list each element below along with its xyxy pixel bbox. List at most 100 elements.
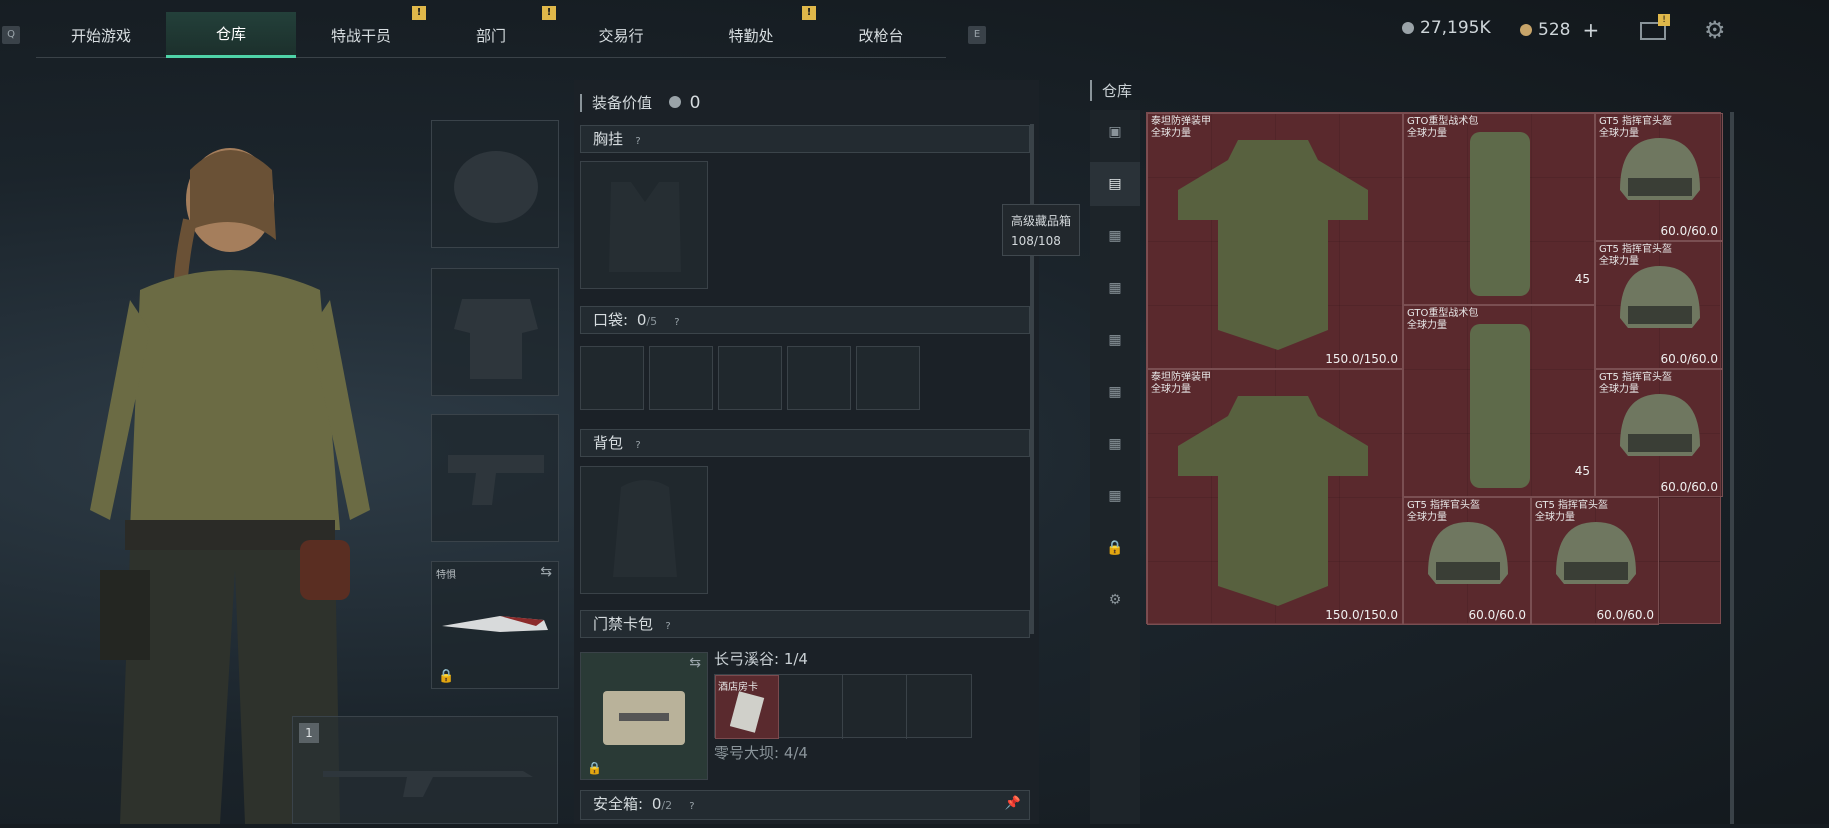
equipment-value-label: 装备价值 bbox=[580, 94, 653, 112]
tab-warehouse[interactable]: 仓库 bbox=[166, 12, 296, 58]
keycard-slot[interactable] bbox=[907, 675, 971, 739]
item-durability: 150.0/150.0 bbox=[1325, 352, 1398, 366]
lock-icon: 🔒 bbox=[587, 761, 602, 775]
keycard-case-slot[interactable]: ⇆ 🔒 bbox=[580, 652, 708, 780]
pin-icon[interactable]: 📌 bbox=[1005, 791, 1021, 817]
hotel-keycard-item[interactable]: 酒店房卡 bbox=[715, 675, 779, 739]
tab-label: 特战干员 bbox=[330, 26, 391, 45]
notification-badge: ! bbox=[802, 6, 816, 20]
silver-coin-icon bbox=[668, 96, 681, 108]
weapon-slot-index: 1 bbox=[299, 723, 319, 743]
storage-box-icon[interactable]: ▦ bbox=[1090, 214, 1140, 258]
storage-box-icon[interactable]: ▦ bbox=[1090, 318, 1140, 362]
item-durability: 60.0/60.0 bbox=[1468, 608, 1526, 622]
item-durability: 60.0/60.0 bbox=[1596, 608, 1654, 622]
pocket-slot[interactable] bbox=[649, 346, 713, 410]
help-icon[interactable]: ? bbox=[670, 316, 684, 330]
mail-badge: ! bbox=[1658, 14, 1670, 26]
armor-item[interactable]: 泰坦防弹装甲 全球力量 150.0/150.0 bbox=[1147, 113, 1403, 369]
gear-icon[interactable]: ⚙ bbox=[1090, 578, 1140, 622]
tab-gunsmith[interactable]: 改枪台 bbox=[816, 12, 946, 58]
tooltip-title: 高级藏品箱 bbox=[1011, 214, 1072, 228]
melee-slot[interactable]: 特惧 ⇆ 🔒 bbox=[431, 561, 559, 689]
armor-slot[interactable] bbox=[431, 268, 559, 396]
storage-box-icon[interactable]: ▦ bbox=[1090, 422, 1140, 466]
nav-next-key[interactable]: E bbox=[968, 26, 986, 44]
helmet-item[interactable]: GT5 指挥官头盔 全球力量 60.0/60.0 bbox=[1595, 369, 1723, 497]
gold-coin-icon bbox=[1520, 24, 1532, 36]
tab-start-game[interactable]: 开始游戏 bbox=[36, 12, 166, 58]
item-count: 45 bbox=[1574, 464, 1590, 478]
swap-icon[interactable]: ⇆ bbox=[689, 655, 701, 671]
keycard-slot[interactable] bbox=[843, 675, 907, 739]
tab-operators[interactable]: 特战干员! bbox=[296, 6, 426, 58]
chest-rig-header: 胸挂? bbox=[580, 125, 1030, 153]
help-icon[interactable]: ? bbox=[631, 135, 645, 149]
storage-grid: 泰坦防弹装甲 全球力量 150.0/150.0 GTO重型战术包 全球力量 45 G… bbox=[1146, 112, 1723, 625]
helmet-item[interactable]: GT5 指挥官头盔 全球力量 60.0/60.0 bbox=[1595, 113, 1723, 241]
equipment-value: 0 bbox=[689, 93, 701, 113]
gold-currency: 528 + bbox=[1520, 18, 1599, 42]
pocket-slot[interactable] bbox=[718, 346, 782, 410]
storage-box-icon[interactable]: ▦ bbox=[1090, 370, 1140, 414]
silver-coin-icon bbox=[1402, 22, 1414, 34]
scrollbar[interactable] bbox=[1030, 124, 1034, 634]
melee-label: 特惧 bbox=[436, 570, 456, 581]
primary-weapon-slot[interactable]: 1 bbox=[292, 716, 558, 824]
collection-box-icon[interactable]: ▤ bbox=[1090, 162, 1140, 206]
pocket-slot[interactable] bbox=[787, 346, 851, 410]
pocket-slot[interactable] bbox=[856, 346, 920, 410]
safe-box-header: 安全箱: 0/2 ? 📌 bbox=[580, 790, 1030, 820]
keycard-slot[interactable] bbox=[779, 675, 843, 739]
add-currency-button[interactable]: + bbox=[1582, 18, 1599, 42]
pocket-slot[interactable] bbox=[580, 346, 644, 410]
lock-icon: 🔒 bbox=[438, 669, 455, 684]
tab-special-ops[interactable]: 特勤处! bbox=[686, 6, 816, 58]
backpack-item[interactable]: GTO重型战术包 全球力量 45 bbox=[1403, 305, 1595, 497]
lock-icon[interactable]: 🔒 bbox=[1090, 526, 1140, 570]
pistol-slot[interactable] bbox=[431, 414, 559, 542]
tooltip-value: 108/108 bbox=[1011, 234, 1061, 248]
helmet-item[interactable]: GT5 指挥官头盔 全球力量 60.0/60.0 bbox=[1531, 497, 1659, 625]
gold-amount: 528 bbox=[1538, 20, 1571, 40]
equipment-value-row: 装备价值 0 bbox=[580, 92, 700, 113]
armor-item[interactable]: 泰坦防弹装甲 全球力量 150.0/150.0 bbox=[1147, 369, 1403, 625]
backpack-item[interactable]: GTO重型战术包 全球力量 45 bbox=[1403, 113, 1595, 305]
item-count: 45 bbox=[1574, 272, 1590, 286]
pockets-header: 口袋: 0/5 ? bbox=[580, 306, 1030, 334]
mail-icon[interactable]: ! bbox=[1640, 14, 1670, 40]
swap-icon[interactable]: ⇆ bbox=[540, 564, 552, 580]
safe-box-label: 安全箱: bbox=[593, 795, 644, 813]
box-icon[interactable]: ▣ bbox=[1090, 110, 1140, 154]
backpack-label: 背包 bbox=[593, 434, 624, 452]
notification-badge: ! bbox=[542, 6, 556, 20]
item-durability: 60.0/60.0 bbox=[1660, 480, 1718, 494]
tab-label: 部门 bbox=[475, 26, 506, 45]
tab-label: 特勤处 bbox=[728, 26, 774, 45]
help-icon[interactable]: ? bbox=[631, 439, 645, 453]
keycard-map-label: 长弓溪谷: 1/4 bbox=[714, 650, 808, 668]
item-durability: 60.0/60.0 bbox=[1660, 352, 1718, 366]
helmet-item[interactable]: GT5 指挥官头盔 全球力量 60.0/60.0 bbox=[1595, 241, 1723, 369]
notification-badge: ! bbox=[412, 6, 426, 20]
nav-prev-key[interactable]: Q bbox=[2, 26, 20, 44]
tab-department[interactable]: 部门! bbox=[426, 6, 556, 58]
tab-label: 交易行 bbox=[598, 26, 644, 45]
chest-rig-slot[interactable] bbox=[580, 161, 708, 289]
helmet-slot[interactable] bbox=[431, 120, 559, 248]
helmet-item[interactable]: GT5 指挥官头盔 全球力量 60.0/60.0 bbox=[1403, 497, 1531, 625]
storage-box-icon[interactable]: ▦ bbox=[1090, 474, 1140, 518]
keycard-case-label: 门禁卡包 bbox=[593, 615, 654, 633]
backpack-slot[interactable] bbox=[580, 466, 708, 594]
keycard-case-header: 门禁卡包? bbox=[580, 610, 1030, 638]
storage-panel: 仓库 ▣ ▤ ▦ ▦ ▦ ▦ ▦ ▦ 🔒 ⚙ 泰坦防弹装甲 全球力量 150.0/… bbox=[1090, 80, 1740, 824]
help-icon[interactable]: ? bbox=[685, 800, 699, 814]
equipment-panel: 装备价值 0 胸挂? 口袋: 0/5 ? 背包? 门禁卡包? ⇆ 🔒 长弓溪谷:… bbox=[574, 80, 1039, 824]
storage-box-icon[interactable]: ▦ bbox=[1090, 266, 1140, 310]
help-icon[interactable]: ? bbox=[661, 620, 675, 634]
scrollbar[interactable] bbox=[1730, 112, 1734, 824]
safe-box-count: 0 bbox=[651, 795, 662, 813]
tab-trading[interactable]: 交易行 bbox=[556, 12, 686, 58]
settings-gear-icon[interactable]: ⚙ bbox=[1704, 16, 1726, 44]
tab-label: 仓库 bbox=[215, 25, 246, 43]
